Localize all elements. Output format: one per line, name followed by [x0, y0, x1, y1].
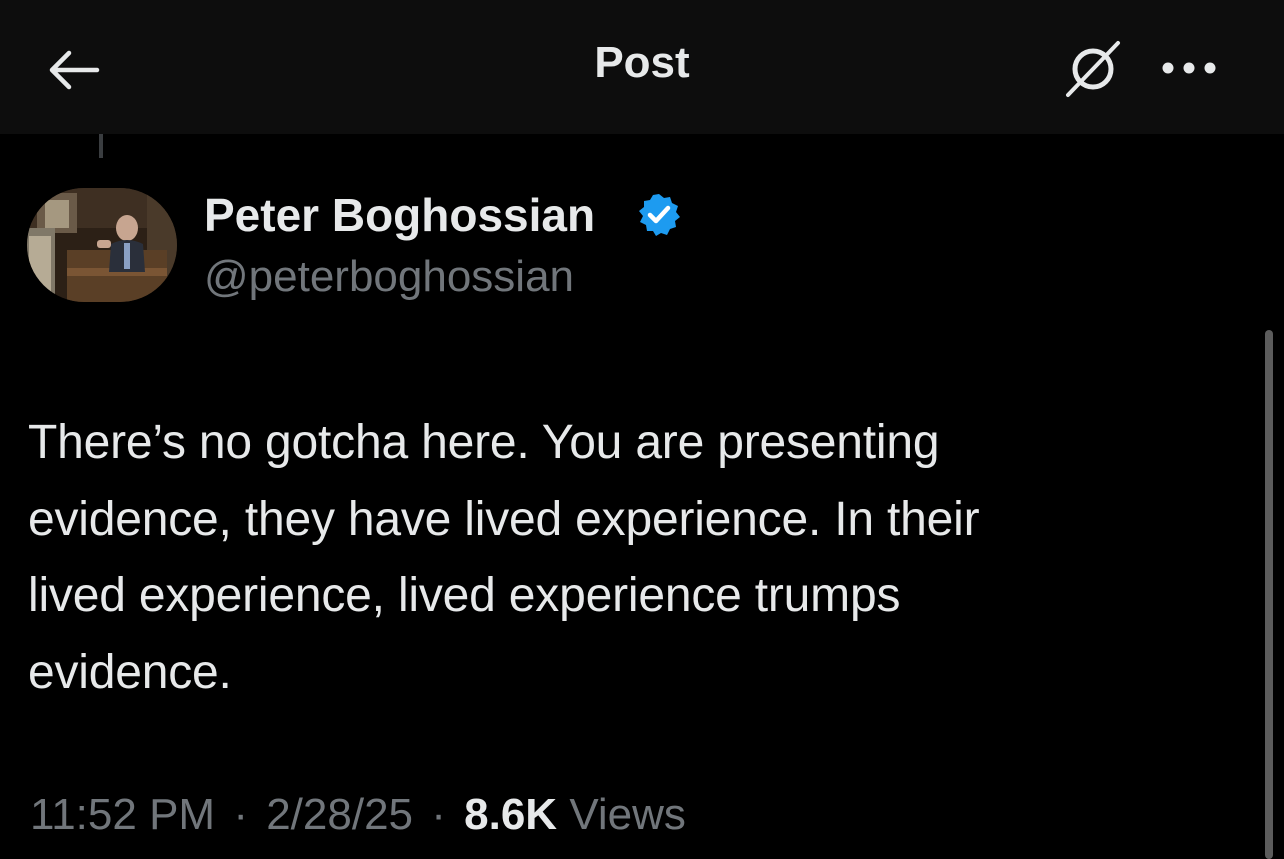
- top-bar: Post: [0, 0, 1284, 134]
- thread-connector-line: [99, 134, 103, 158]
- views-count[interactable]: 8.6K: [464, 790, 557, 839]
- author-display-name[interactable]: Peter Boghossian: [204, 188, 595, 242]
- post-time[interactable]: 11:52 PM: [30, 790, 215, 839]
- views-label: Views: [569, 790, 686, 839]
- verified-badge-icon: [639, 194, 680, 236]
- post-meta: 11:52 PM · 2/28/25 · 8.6K Views: [30, 790, 686, 840]
- meta-separator: ·: [233, 790, 248, 839]
- more-options-button[interactable]: [1156, 44, 1222, 92]
- avatar-image: [27, 188, 177, 302]
- grok-icon: [1066, 41, 1120, 97]
- post-text: There’s no gotcha here. You are presenti…: [28, 416, 980, 699]
- grok-button[interactable]: [1056, 32, 1130, 104]
- more-horizontal-icon: [1162, 62, 1216, 74]
- post-date[interactable]: 2/28/25: [266, 790, 413, 839]
- scrollbar[interactable]: [1265, 330, 1273, 859]
- arrow-left-icon: [49, 50, 100, 90]
- avatar[interactable]: [27, 188, 177, 302]
- meta-separator: ·: [431, 790, 446, 839]
- back-button[interactable]: [38, 40, 108, 100]
- author-handle[interactable]: @peterboghossian: [204, 252, 574, 302]
